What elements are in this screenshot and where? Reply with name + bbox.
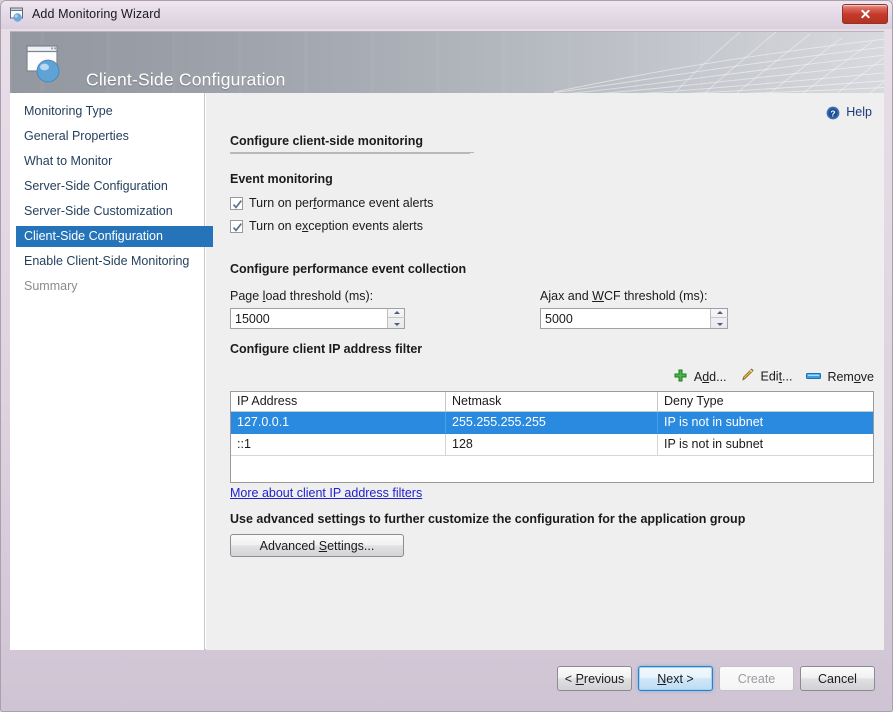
checkbox-label: Turn on exception events alerts — [249, 219, 423, 233]
stepper-down-icon[interactable] — [388, 319, 405, 328]
remove-button[interactable]: Remove — [805, 369, 874, 385]
next-button[interactable]: Next > — [638, 666, 713, 691]
section-heading-event-monitoring: Event monitoring — [230, 172, 333, 186]
add-button[interactable]: Add... — [674, 369, 727, 385]
cell-ip-address: ::1 — [231, 434, 446, 455]
label-page-load-threshold: Page load threshold (ms): — [230, 289, 374, 303]
window-title: Add Monitoring Wizard — [32, 7, 161, 21]
edit-label: Edit... — [760, 369, 793, 384]
edit-button[interactable]: Edit... — [740, 368, 792, 385]
section-heading-client-ip-address-filter: Configure client IP address filter — [230, 342, 423, 356]
table-row[interactable]: ::1 128 IP is not in subnet — [231, 434, 873, 456]
sidebar-item-server-side-customization[interactable]: Server-Side Customization — [16, 201, 213, 222]
sidebar-item-monitoring-type[interactable]: Monitoring Type — [16, 101, 213, 122]
cell-ip-address: 127.0.0.1 — [231, 412, 446, 433]
stepper-up-icon[interactable] — [711, 309, 728, 318]
close-icon[interactable] — [842, 4, 888, 24]
ip-filter-toolbar: Add... Edit... Remove — [664, 368, 874, 386]
cell-netmask: 128 — [446, 434, 658, 455]
page-load-threshold-input[interactable] — [231, 309, 386, 328]
sidebar-item-general-properties[interactable]: General Properties — [16, 126, 213, 147]
checkbox-label: Turn on performance event alerts — [249, 196, 434, 210]
title-bar: Add Monitoring Wizard — [1, 1, 892, 29]
cancel-button[interactable]: Cancel — [800, 666, 875, 691]
stepper-buttons — [710, 309, 728, 328]
more-about-ip-filters-link[interactable]: More about client IP address filters — [230, 486, 422, 500]
ip-filter-table[interactable]: IP Address Netmask Deny Type 127.0.0.1 2… — [230, 391, 874, 483]
section-heading-advanced-settings: Use advanced settings to further customi… — [230, 512, 746, 526]
page-load-threshold-stepper[interactable] — [230, 308, 405, 329]
window-sphere-icon — [25, 42, 73, 86]
ajax-wcf-threshold-input[interactable] — [541, 309, 709, 328]
sidebar-item-enable-client-side-monitoring[interactable]: Enable Client-Side Monitoring — [16, 251, 213, 272]
create-button: Create — [719, 666, 794, 691]
stepper-down-icon[interactable] — [711, 319, 728, 328]
body-panel: Monitoring Type General Properties What … — [10, 93, 884, 650]
cell-deny-type: IP is not in subnet — [664, 415, 764, 429]
advanced-settings-button[interactable]: Advanced Settings... — [230, 534, 404, 557]
heading-divider — [230, 153, 470, 154]
wizard-step-sidebar: Monitoring Type General Properties What … — [10, 93, 213, 650]
table-row[interactable]: 127.0.0.1 255.255.255.255 IP is not in s… — [231, 412, 873, 434]
wizard-banner: Client-Side Configuration — [10, 31, 884, 93]
section-heading-configure-client-side-monitoring: Configure client-side monitoring — [230, 134, 474, 153]
sidebar-item-what-to-monitor[interactable]: What to Monitor — [16, 151, 213, 172]
column-header-deny-type[interactable]: Deny Type — [658, 392, 873, 411]
stepper-buttons — [387, 309, 405, 328]
plus-icon — [674, 369, 687, 385]
pencil-icon — [740, 368, 754, 385]
banner-mesh-graphic — [554, 32, 884, 93]
window-sphere-icon — [9, 6, 27, 24]
checkbox-check-icon — [230, 197, 243, 210]
remove-label: Remove — [827, 369, 874, 384]
cell-deny-type: IP is not in subnet — [664, 437, 764, 451]
stepper-up-icon[interactable] — [388, 309, 405, 318]
section-heading-performance-event-collection: Configure performance event collection — [230, 262, 467, 276]
column-header-netmask[interactable]: Netmask — [446, 392, 658, 411]
svg-text:?: ? — [831, 108, 836, 118]
content-pane: ? Help Configure client-side monitoring … — [206, 93, 884, 650]
column-header-ip-address[interactable]: IP Address — [231, 392, 446, 411]
sidebar-item-client-side-configuration[interactable]: Client-Side Configuration — [16, 226, 213, 247]
table-header-row: IP Address Netmask Deny Type — [231, 392, 873, 412]
wizard-footer: < Previous Next > Create Cancel — [2, 651, 891, 711]
previous-button[interactable]: < Previous — [557, 666, 632, 691]
minus-bar-icon — [805, 369, 821, 385]
checkbox-check-icon — [230, 220, 243, 233]
add-label: Add... — [693, 369, 727, 384]
sidebar-item-server-side-configuration[interactable]: Server-Side Configuration — [16, 176, 213, 197]
help-circle-icon: ? — [826, 106, 840, 120]
ajax-wcf-threshold-stepper[interactable] — [540, 308, 728, 329]
page-title: Client-Side Configuration — [86, 69, 286, 90]
help-label: Help — [846, 105, 872, 119]
help-link[interactable]: ? Help — [826, 105, 872, 120]
wizard-window: Add Monitoring Wizard Client-Side Config… — [0, 0, 893, 712]
label-ajax-wcf-threshold: Ajax and WCF threshold (ms): — [540, 289, 708, 303]
sidebar-item-summary: Summary — [24, 279, 78, 293]
cell-netmask: 255.255.255.255 — [446, 412, 658, 433]
